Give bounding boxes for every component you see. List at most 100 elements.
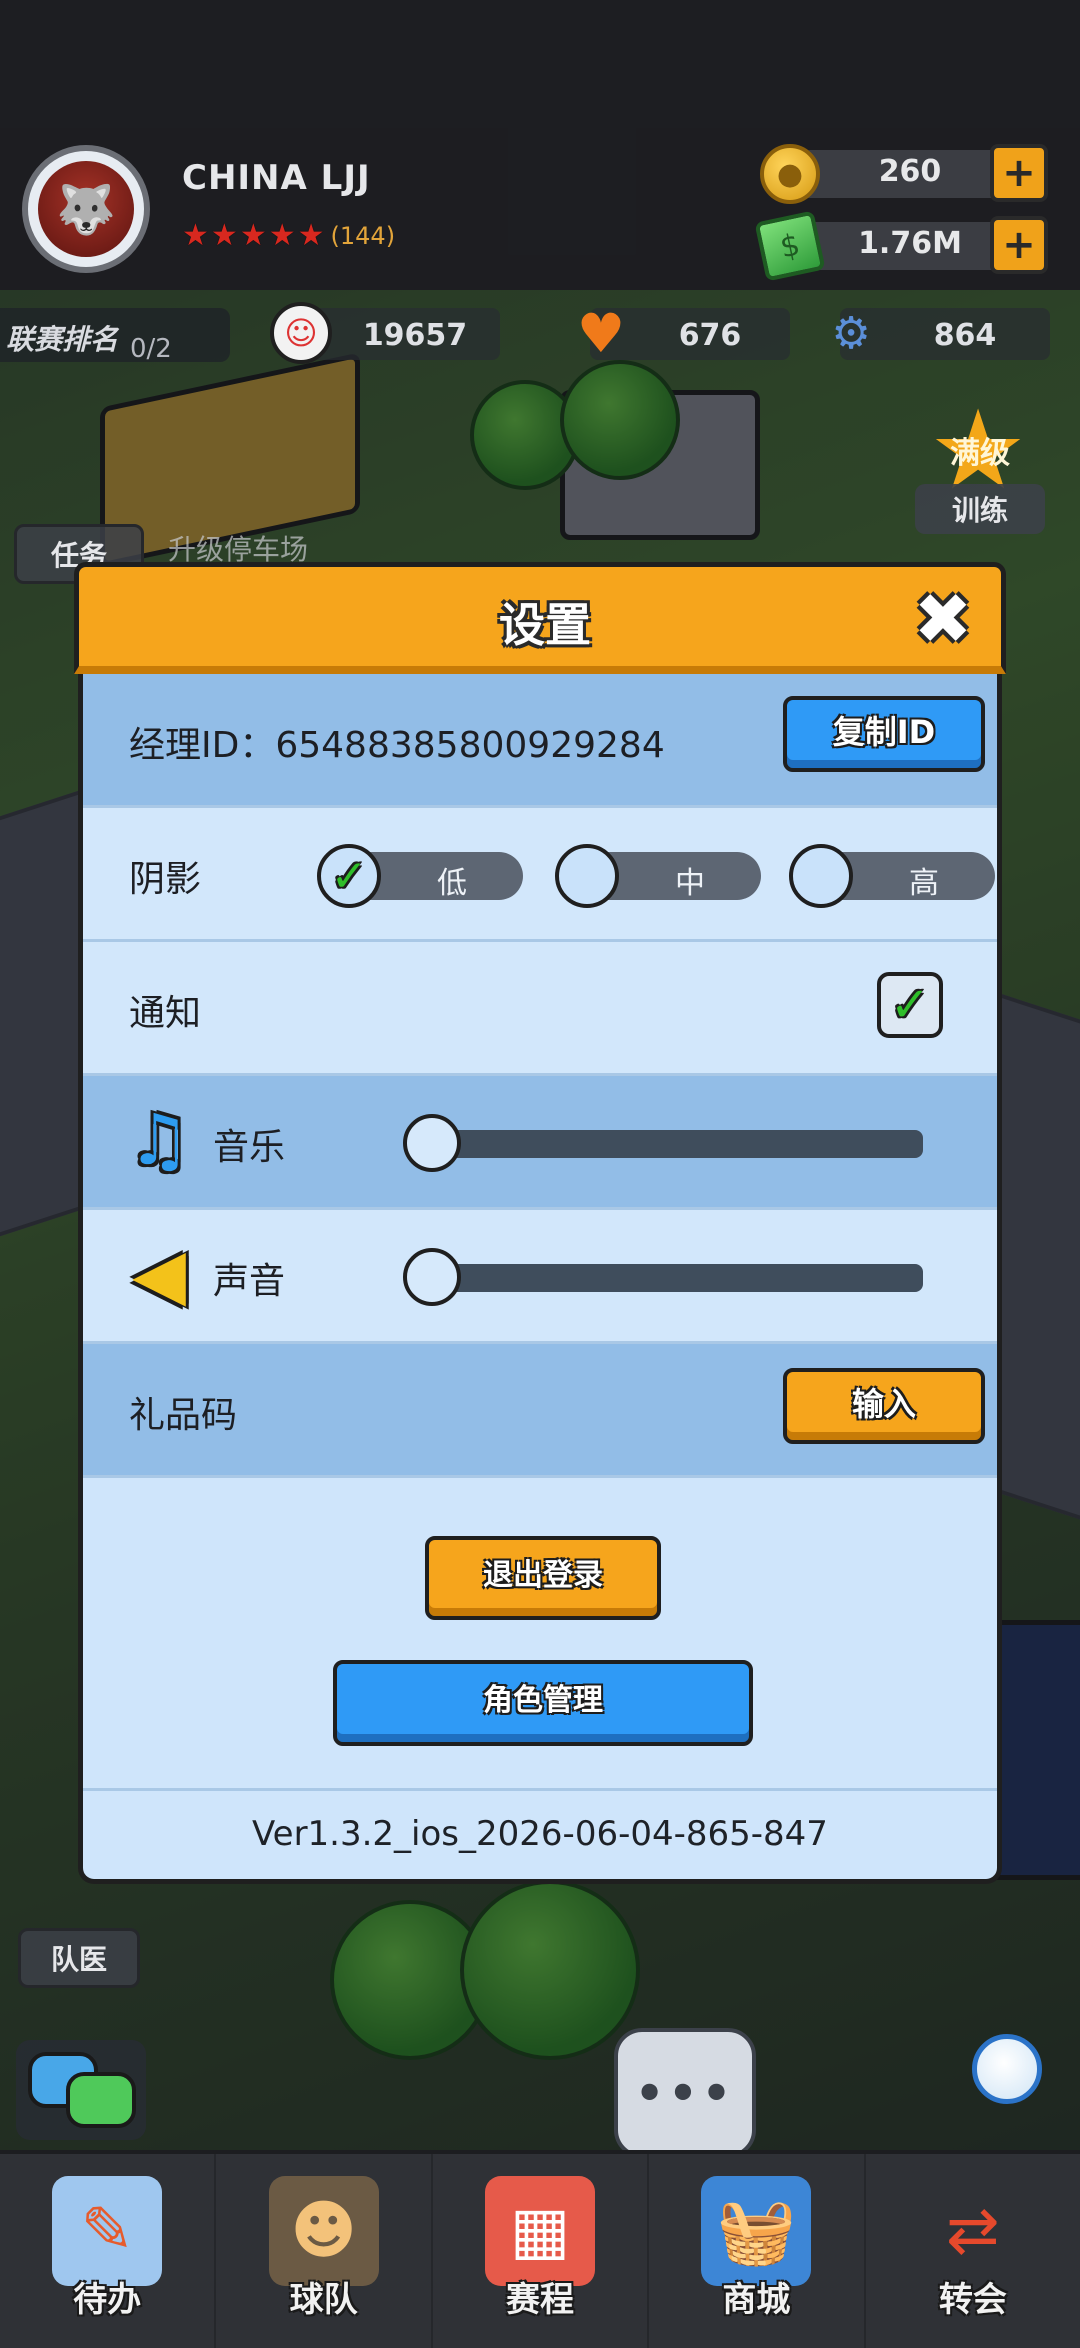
shadow-low-toggle[interactable]: 低 ✓ bbox=[317, 844, 523, 908]
manager-id-value: 65488385800929284 bbox=[275, 725, 665, 766]
clipboard-icon: ✎ bbox=[52, 2176, 163, 2286]
league-progress: 0/2 bbox=[130, 334, 172, 364]
nav-schedule[interactable]: ▦ 赛程 bbox=[433, 2154, 650, 2348]
slider-track bbox=[413, 1264, 923, 1292]
shadow-label: 阴影 bbox=[129, 859, 202, 900]
league-title: 联赛排名 bbox=[6, 323, 119, 356]
gift-code-input-button[interactable]: 输入 bbox=[783, 1368, 985, 1444]
toggle-label: 高 bbox=[909, 866, 939, 901]
toggle-knob bbox=[789, 844, 853, 908]
music-row: ♫ 音乐 bbox=[83, 1076, 997, 1210]
training-value: 864 bbox=[933, 318, 997, 353]
slider-thumb[interactable] bbox=[403, 1248, 461, 1306]
manager-id-label: 经理ID： bbox=[129, 725, 276, 766]
league-rank-button[interactable]: 联赛排名 0/2 bbox=[0, 308, 230, 364]
more-button[interactable]: ••• bbox=[614, 2028, 756, 2158]
check-icon: ✓ bbox=[317, 844, 381, 908]
training-stat[interactable]: ⚙ 864 bbox=[831, 308, 1050, 360]
role-management-button[interactable]: 角色管理 bbox=[333, 1660, 753, 1746]
version-text: Ver1.3.2_ios_2026-06-04-865-847 bbox=[252, 1814, 828, 1854]
music-note-icon: ♫ bbox=[127, 1099, 191, 1181]
player-name: CHINA LJJ bbox=[182, 158, 371, 198]
notification-checkbox[interactable]: ✓ bbox=[877, 972, 943, 1038]
settings-dialog: 设置 ✖ 经理ID：65488385800929284 复制ID 阴影 低 ✓ … bbox=[74, 562, 1006, 1884]
music-slider[interactable] bbox=[403, 1114, 923, 1172]
nav-label: 赛程 bbox=[506, 2280, 575, 2320]
team-players-icon: ☻ bbox=[268, 2176, 379, 2286]
wolf-emblem-icon: 🐺 bbox=[38, 161, 134, 257]
hud-stats: 联赛排名 0/2 ☺ 19657 ♥ 676 ⚙ 864 bbox=[0, 298, 1080, 368]
close-icon[interactable]: ✖ bbox=[907, 583, 979, 655]
nav-transfer[interactable]: ⇄ 转会 bbox=[866, 2154, 1080, 2348]
avatar[interactable]: 🐺 bbox=[22, 145, 150, 273]
rating-count: (144) bbox=[330, 221, 396, 250]
calendar-icon: ▦ bbox=[485, 2176, 596, 2286]
manager-id-text: 经理ID：65488385800929284 bbox=[129, 716, 665, 768]
shadow-high-toggle[interactable]: 高 bbox=[789, 844, 995, 908]
training-label: 训练 bbox=[915, 484, 1045, 534]
bottom-navigation: ✎ 待办 ☻ 球队 ▦ 赛程 🧺 商城 ⇄ 转会 bbox=[0, 2150, 1080, 2348]
cash-value: 1.76M bbox=[858, 226, 962, 261]
sound-slider[interactable] bbox=[403, 1248, 923, 1306]
fans-value: 19657 bbox=[362, 318, 468, 353]
dialog-header: 设置 ✖ bbox=[74, 562, 1006, 674]
chat-bubble-icon bbox=[66, 2072, 136, 2128]
star-icon: ★ bbox=[239, 218, 267, 253]
nav-label: 商城 bbox=[722, 2280, 791, 2320]
coin-counter: ● 260 + bbox=[760, 144, 1050, 204]
gift-code-label: 礼品码 bbox=[129, 1395, 238, 1436]
sound-row: ◀ 声音 bbox=[83, 1210, 997, 1344]
nav-shop[interactable]: 🧺 商城 bbox=[649, 2154, 866, 2348]
slider-track bbox=[413, 1130, 923, 1158]
coin-icon: ● bbox=[760, 144, 820, 204]
star-icon: ★ bbox=[297, 218, 325, 253]
nav-todo[interactable]: ✎ 待办 bbox=[0, 2154, 217, 2348]
fan-face-icon: ☺ bbox=[270, 302, 332, 364]
notification-label: 通知 bbox=[129, 993, 202, 1034]
stopwatch-icon[interactable] bbox=[972, 2034, 1042, 2104]
toggle-label: 中 bbox=[675, 866, 705, 901]
gift-code-row: 礼品码 输入 bbox=[83, 1344, 997, 1478]
nav-team[interactable]: ☻ 球队 bbox=[216, 2154, 433, 2348]
add-cash-button[interactable]: + bbox=[990, 216, 1048, 274]
star-icon: ★ bbox=[268, 218, 296, 253]
team-doctor-button[interactable]: 队医 bbox=[18, 1928, 140, 1988]
heart-icon: ♥ bbox=[576, 301, 626, 365]
coin-value: 260 bbox=[878, 154, 942, 189]
chat-button[interactable] bbox=[16, 2040, 146, 2140]
manager-id-row: 经理ID：65488385800929284 复制ID bbox=[83, 674, 997, 808]
nav-label: 待办 bbox=[73, 2280, 142, 2320]
player-rating: ★ ★ ★ ★ ★ (144) bbox=[182, 218, 395, 253]
notification-row: 通知 ✓ bbox=[83, 942, 997, 1076]
max-level-training[interactable]: ★ 满级 训练 bbox=[905, 395, 1055, 534]
cash-counter: $ 1.76M + bbox=[754, 210, 1050, 282]
shadow-medium-toggle[interactable]: 中 bbox=[555, 844, 761, 908]
hearts-stat[interactable]: ♥ 676 bbox=[577, 302, 790, 365]
toggle-label: 低 bbox=[437, 866, 467, 901]
hearts-value: 676 bbox=[678, 318, 742, 353]
shadow-row: 阴影 低 ✓ 中 高 bbox=[83, 808, 997, 942]
max-level-label: 满级 bbox=[950, 436, 1010, 471]
sound-label: 声音 bbox=[213, 1261, 286, 1302]
fans-stat[interactable]: ☺ 19657 bbox=[270, 302, 500, 364]
dialog-title: 设置 bbox=[499, 598, 591, 652]
music-label: 音乐 bbox=[213, 1127, 286, 1168]
hud-top: 🐺 CHINA LJJ ★ ★ ★ ★ ★ (144) ● 260 + $ 1.… bbox=[0, 130, 1080, 290]
logout-button[interactable]: 退出登录 bbox=[425, 1536, 661, 1620]
toggle-knob bbox=[555, 844, 619, 908]
check-icon: ✓ bbox=[889, 977, 931, 1033]
copy-id-button[interactable]: 复制ID bbox=[783, 696, 985, 772]
dumbbell-icon: ⚙ bbox=[831, 307, 871, 359]
nav-label: 球队 bbox=[289, 2280, 358, 2320]
divider bbox=[83, 1788, 997, 1791]
star-icon: ★ bbox=[210, 218, 238, 253]
shopping-basket-icon: 🧺 bbox=[701, 2176, 812, 2286]
slider-thumb[interactable] bbox=[403, 1114, 461, 1172]
add-coins-button[interactable]: + bbox=[990, 144, 1048, 202]
star-icon: ★ bbox=[182, 218, 209, 253]
speaker-icon: ◀ bbox=[132, 1233, 186, 1315]
transfer-arrows-icon: ⇄ bbox=[946, 2194, 1000, 2268]
dialog-body: 经理ID：65488385800929284 复制ID 阴影 低 ✓ 中 高 通… bbox=[78, 674, 1002, 1884]
cash-icon: $ bbox=[754, 210, 826, 282]
nav-label: 转会 bbox=[938, 2280, 1007, 2320]
